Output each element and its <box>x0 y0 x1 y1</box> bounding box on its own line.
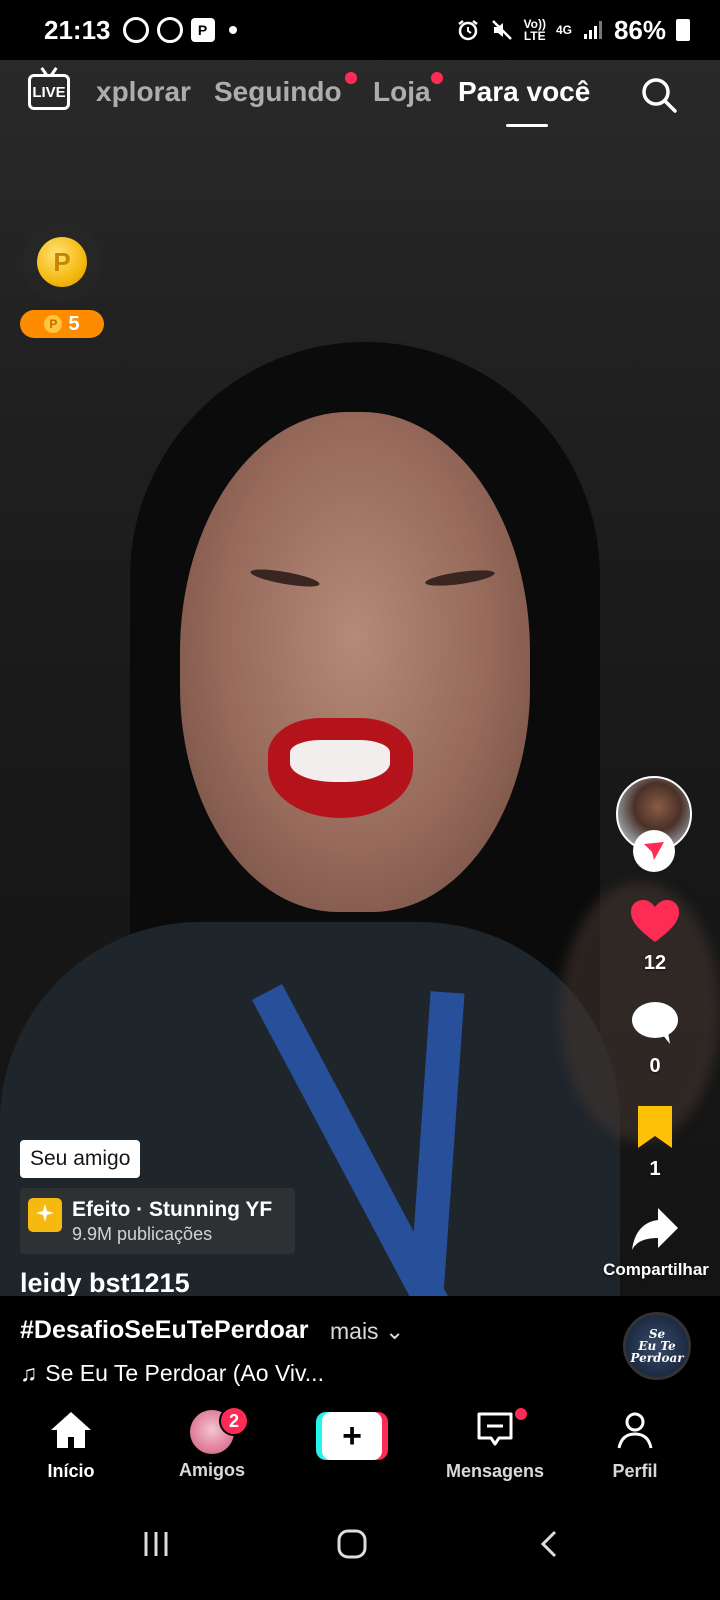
nav-home-label: Início <box>47 1461 95 1481</box>
nav-friends[interactable]: 2 Amigos <box>157 1406 267 1481</box>
system-home-icon <box>337 1529 367 1559</box>
p-notification-icon: P <box>190 18 215 42</box>
mute-icon <box>491 20 512 40</box>
more-notifications-icon <box>228 26 237 34</box>
live-button[interactable]: LIVE <box>28 74 70 110</box>
friend-tag: Seu amigo <box>20 1140 141 1178</box>
coin-mini-letter: P <box>49 317 58 331</box>
top-nav: LIVE xplorar Seguindo Loja Para você <box>0 60 720 140</box>
seguindo-notification-dot <box>345 72 357 84</box>
nav-messages[interactable]: Mensagens <box>440 1408 550 1482</box>
bookmark-icon <box>638 1106 672 1148</box>
share-button[interactable] <box>626 1200 684 1258</box>
recents-button[interactable] <box>126 1514 186 1574</box>
music-title: Se Eu Te Perdoar (Ao Viv... <box>45 1360 324 1386</box>
video-subject-shirt <box>0 922 620 1322</box>
home-system-button[interactable] <box>322 1514 382 1574</box>
creator-username[interactable]: leidy bst1215 <box>20 1268 190 1299</box>
status-bar: 21:13 P Vo)) LTE 4G 86% <box>0 0 720 60</box>
music-note-icon: ♫ <box>20 1360 38 1386</box>
create-button[interactable]: + <box>316 1412 388 1460</box>
more-label: mais <box>330 1318 379 1344</box>
effect-title: Efeito · Stunning YF <box>72 1198 273 1221</box>
comment-button[interactable] <box>626 994 684 1052</box>
nav-profile-label: Perfil <box>612 1461 658 1481</box>
friends-badge: 2 <box>219 1406 249 1436</box>
alarm-icon <box>457 20 478 41</box>
comment-icon <box>632 1002 678 1044</box>
music-disc[interactable]: Se Eu Te Perdoar <box>623 1312 691 1380</box>
tab-seguindo[interactable]: Seguindo <box>214 76 342 108</box>
music-info[interactable]: ♫ Se Eu Te Perdoar (Ao Viv... <box>20 1360 324 1387</box>
share-label: Compartilhar <box>603 1260 709 1279</box>
disc-text-line: Perdoar <box>630 1351 684 1365</box>
more-button[interactable]: mais ⌄ <box>330 1318 404 1345</box>
heart-icon <box>631 900 679 942</box>
bottom-nav: Início 2 Amigos + Mensagens Perfil <box>0 1400 720 1492</box>
lte-label: LTE <box>523 29 546 43</box>
video-subject-face <box>180 412 530 912</box>
coin-icon: P <box>37 237 87 287</box>
system-nav-bar <box>0 1492 720 1600</box>
messages-notification-dot <box>515 1408 527 1420</box>
search-icon[interactable] <box>640 76 678 114</box>
recents-icon <box>144 1532 168 1556</box>
video-subject-teeth <box>290 740 390 782</box>
tab-para-voce[interactable]: Para você <box>458 76 590 108</box>
profile-icon <box>617 1412 653 1449</box>
coin-letter: P <box>53 246 71 277</box>
coin-count-pill[interactable]: P 5 <box>20 310 104 338</box>
like-count: 12 <box>643 952 667 974</box>
share-arrow-icon <box>632 1208 678 1250</box>
reward-coin-button[interactable]: P <box>22 222 102 302</box>
status-time: 21:13 <box>44 14 111 45</box>
effect-publications: 9.9M publicações <box>72 1224 213 1244</box>
active-tab-indicator <box>506 124 548 127</box>
follow-button[interactable] <box>633 830 675 872</box>
plus-icon: + <box>322 1412 382 1460</box>
whatsapp-icon <box>156 17 183 43</box>
back-button[interactable] <box>520 1514 580 1574</box>
effect-sparkle-icon <box>28 1198 62 1232</box>
save-count: 1 <box>649 1158 661 1180</box>
effect-chip[interactable]: Efeito · Stunning YF 9.9M publicações <box>20 1188 295 1254</box>
nav-messages-label: Mensagens <box>445 1461 545 1481</box>
inbox-icon <box>477 1412 513 1446</box>
disc-cover-text: Se Eu Te Perdoar <box>630 1328 683 1364</box>
volte-indicator: Vo)) LTE <box>524 18 546 42</box>
coin-mini-icon: P <box>44 315 63 333</box>
battery-percent: 86% <box>613 14 666 45</box>
battery-icon <box>676 19 690 41</box>
save-button[interactable] <box>626 1098 684 1156</box>
caption-hashtag[interactable]: #DesafioSeEuTePerdoar <box>20 1316 309 1345</box>
video-player[interactable] <box>0 42 720 1322</box>
signal-type: 4G <box>555 23 572 37</box>
signal-icon <box>583 21 602 39</box>
like-button[interactable] <box>626 892 684 950</box>
plus-arrow-icon <box>644 842 664 860</box>
tab-explorar[interactable]: xplorar <box>96 76 191 108</box>
coin-count: 5 <box>68 312 80 335</box>
chevron-down-icon: ⌄ <box>384 1318 405 1344</box>
back-icon <box>540 1530 557 1558</box>
whatsapp-icon <box>122 17 149 43</box>
nav-home[interactable]: Início <box>16 1410 126 1482</box>
comment-count: 0 <box>649 1055 661 1077</box>
home-icon <box>51 1412 91 1448</box>
loja-notification-dot <box>431 72 443 84</box>
nav-profile[interactable]: Perfil <box>580 1410 690 1482</box>
live-label: LIVE <box>32 83 66 101</box>
tab-loja[interactable]: Loja <box>373 76 431 108</box>
nav-friends-label: Amigos <box>178 1460 245 1480</box>
